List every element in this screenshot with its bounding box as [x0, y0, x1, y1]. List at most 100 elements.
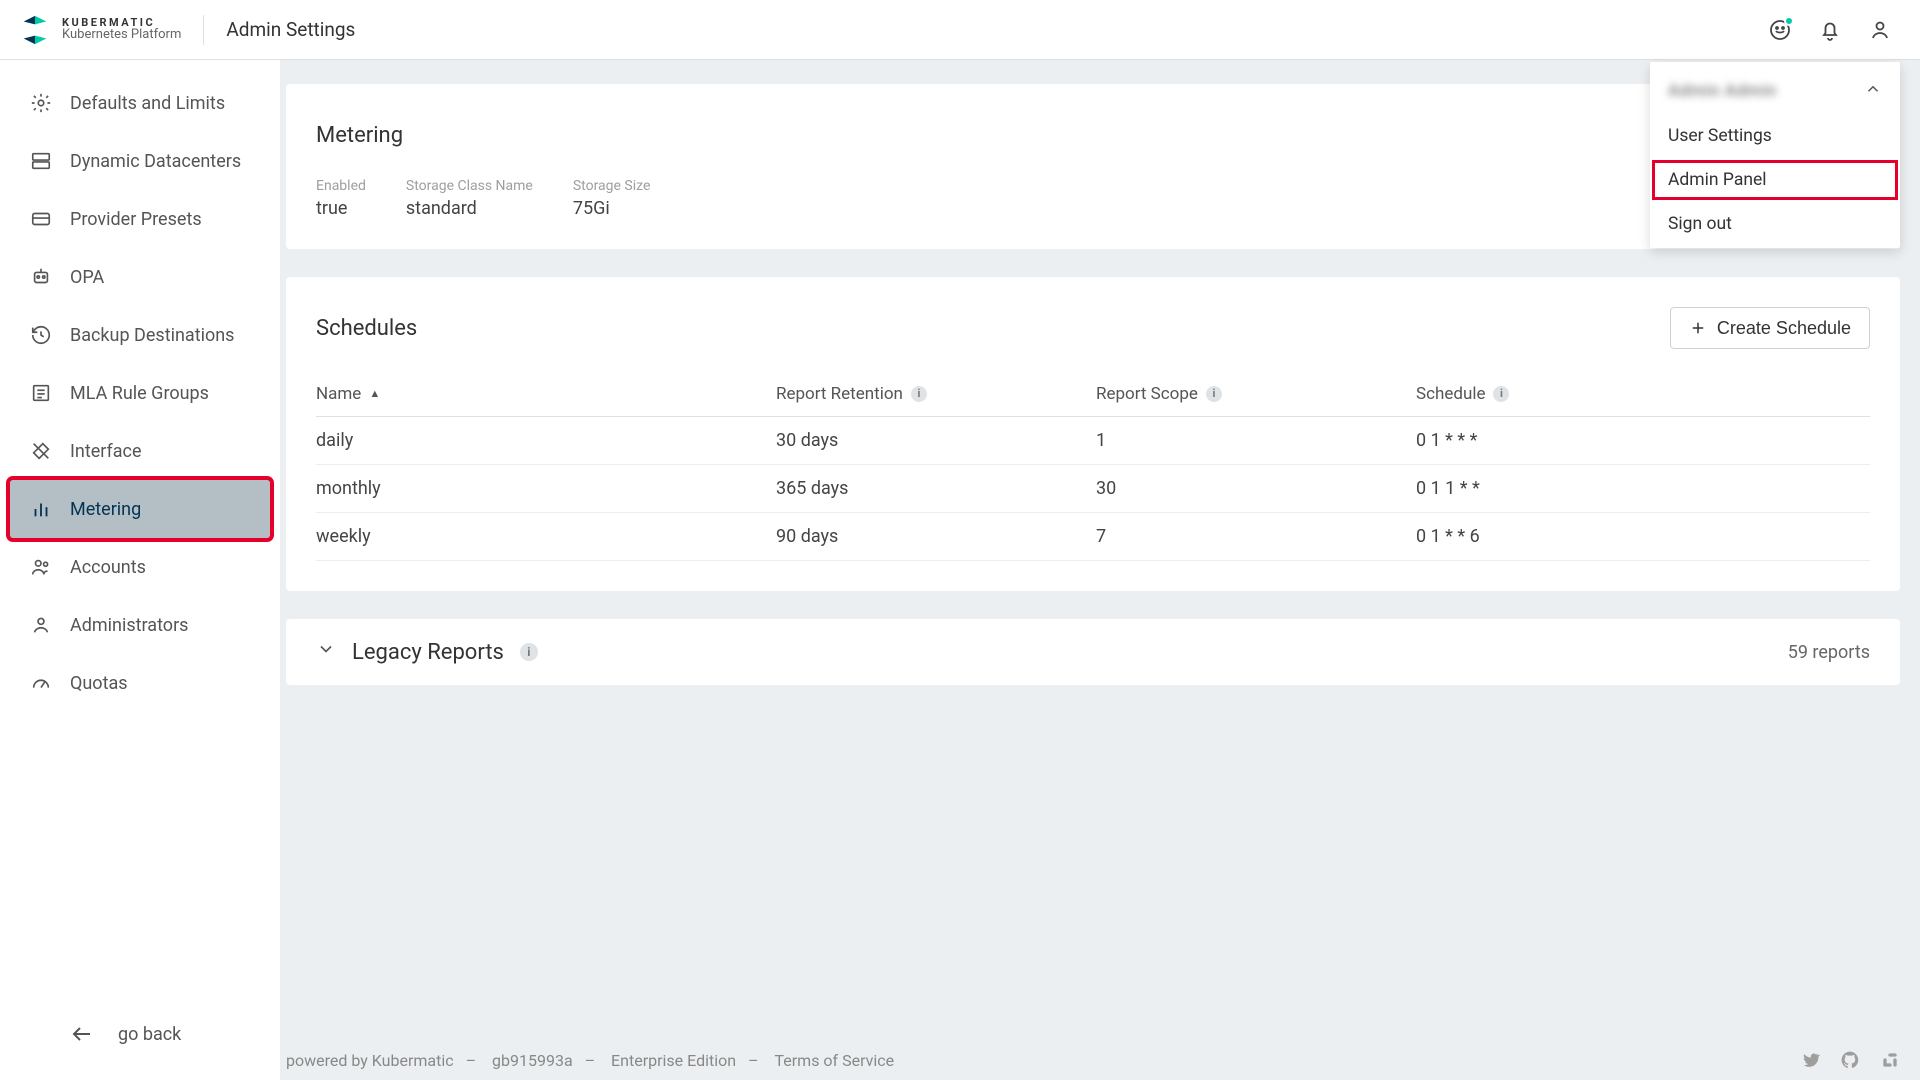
- sidebar-item-quotas[interactable]: Quotas: [10, 654, 270, 712]
- metering-title: Metering: [316, 123, 403, 148]
- schedules-card: Schedules Create Schedule Name ▲ Report …: [286, 277, 1900, 591]
- info-icon[interactable]: i: [1493, 386, 1509, 402]
- history-icon: [30, 324, 52, 346]
- cell-scope: 1: [1096, 430, 1416, 451]
- sidebar-item-mla[interactable]: MLA Rule Groups: [10, 364, 270, 422]
- legacy-count: 59 reports: [1788, 642, 1870, 663]
- user-menu: Admin Admin User Settings Admin Panel Si…: [1650, 62, 1900, 248]
- sidebar-item-label: Provider Presets: [70, 209, 202, 230]
- create-schedule-label: Create Schedule: [1717, 318, 1851, 339]
- table-row[interactable]: monthly 365 days 30 0 1 1 * *: [316, 465, 1870, 513]
- page-title: Admin Settings: [226, 18, 355, 41]
- sidebar-item-label: Interface: [70, 441, 142, 462]
- sidebar-item-backup[interactable]: Backup Destinations: [10, 306, 270, 364]
- github-icon[interactable]: [1840, 1050, 1860, 1070]
- sidebar-item-label: Quotas: [70, 673, 128, 694]
- user-menu-signout[interactable]: Sign out: [1650, 202, 1900, 246]
- schedules-table: Name ▲ Report Retention i Report Scope i…: [316, 371, 1870, 561]
- sidebar-item-label: Backup Destinations: [70, 325, 234, 346]
- user-icon[interactable]: [1868, 18, 1892, 42]
- info-icon[interactable]: i: [911, 386, 927, 402]
- info-icon[interactable]: i: [1206, 386, 1222, 402]
- plus-icon: [1689, 319, 1707, 337]
- kv-label: Storage Class Name: [406, 178, 533, 194]
- col-name-label: Name: [316, 384, 361, 404]
- sidebar-item-label: Administrators: [70, 615, 188, 636]
- user-menu-header: Admin Admin: [1650, 68, 1900, 114]
- kv-value: true: [316, 198, 366, 219]
- go-back-link[interactable]: go back: [10, 1004, 270, 1066]
- user-icon: [30, 614, 52, 636]
- sidebar-item-defaults[interactable]: Defaults and Limits: [10, 74, 270, 132]
- kv-label: Storage Size: [573, 178, 651, 194]
- chart-icon: [30, 498, 52, 520]
- col-retention[interactable]: Report Retention i: [776, 384, 1096, 404]
- kv-value: 75Gi: [573, 198, 651, 219]
- logo[interactable]: KUBERMATIC Kubernetes Platform: [18, 13, 181, 47]
- users-icon: [30, 556, 52, 578]
- schedules-title: Schedules: [316, 316, 417, 341]
- footer-build: gb915993a: [492, 1051, 573, 1070]
- footer-sep: –: [748, 1051, 759, 1070]
- user-menu-settings[interactable]: User Settings: [1650, 114, 1900, 158]
- sidebar-item-label: MLA Rule Groups: [70, 383, 209, 404]
- sidebar-item-accounts[interactable]: Accounts: [10, 538, 270, 596]
- arrow-left-icon: [70, 1022, 94, 1046]
- cell-schedule: 0 1 * * *: [1416, 430, 1870, 451]
- col-schedule-label: Schedule: [1416, 384, 1485, 404]
- cell-retention: 30 days: [776, 430, 1096, 451]
- gauge-icon: [30, 672, 52, 694]
- header: KUBERMATIC Kubernetes Platform Admin Set…: [0, 0, 1920, 60]
- sidebar-item-admins[interactable]: Administrators: [10, 596, 270, 654]
- notification-dot: [1784, 16, 1794, 26]
- sort-asc-icon: ▲: [369, 387, 380, 400]
- table-row[interactable]: weekly 90 days 7 0 1 * * 6: [316, 513, 1870, 561]
- user-menu-name: Admin Admin: [1668, 81, 1777, 101]
- bell-icon[interactable]: [1818, 18, 1842, 42]
- col-schedule[interactable]: Schedule i: [1416, 384, 1870, 404]
- kv-value: standard: [406, 198, 533, 219]
- server-icon: [30, 150, 52, 172]
- chevron-up-icon[interactable]: [1864, 80, 1882, 102]
- legacy-title: Legacy Reports: [352, 640, 504, 665]
- create-schedule-button[interactable]: Create Schedule: [1670, 307, 1870, 349]
- go-back-label: go back: [118, 1024, 181, 1045]
- info-icon[interactable]: i: [520, 643, 538, 661]
- cell-schedule: 0 1 1 * *: [1416, 478, 1870, 499]
- sidebar-item-presets[interactable]: Provider Presets: [10, 190, 270, 248]
- sidebar-item-label: Defaults and Limits: [70, 93, 225, 114]
- paint-icon: [30, 440, 52, 462]
- kv-enabled: Enabled true: [316, 178, 366, 219]
- sidebar-item-opa[interactable]: OPA: [10, 248, 270, 306]
- robot-icon: [30, 266, 52, 288]
- user-menu-admin-panel[interactable]: Admin Panel: [1650, 158, 1900, 202]
- legacy-reports-card: Legacy Reports i 59 reports: [286, 619, 1900, 685]
- sidebar-item-interface[interactable]: Interface: [10, 422, 270, 480]
- header-actions: [1768, 18, 1902, 42]
- card-icon: [30, 208, 52, 230]
- footer-tos-link[interactable]: Terms of Service: [774, 1051, 894, 1070]
- col-scope[interactable]: Report Scope i: [1096, 384, 1416, 404]
- chevron-down-icon[interactable]: [316, 639, 336, 665]
- table-header: Name ▲ Report Retention i Report Scope i…: [316, 371, 1870, 417]
- footer: powered by Kubermatic – gb915993a – Ente…: [286, 1040, 1900, 1080]
- sidebar-item-datacenters[interactable]: Dynamic Datacenters: [10, 132, 270, 190]
- logo-mark-icon: [18, 13, 52, 47]
- slack-icon[interactable]: [1880, 1050, 1900, 1070]
- table-row[interactable]: daily 30 days 1 0 1 * * *: [316, 417, 1870, 465]
- col-name[interactable]: Name ▲: [316, 384, 776, 404]
- logo-line2: Kubernetes Platform: [62, 28, 181, 42]
- col-retention-label: Report Retention: [776, 384, 903, 404]
- sidebar: Defaults and Limits Dynamic Datacenters …: [0, 60, 280, 1080]
- sidebar-item-label: Metering: [70, 499, 141, 520]
- cell-retention: 365 days: [776, 478, 1096, 499]
- col-scope-label: Report Scope: [1096, 384, 1198, 404]
- changelog-icon[interactable]: [1768, 18, 1792, 42]
- twitter-icon[interactable]: [1800, 1050, 1820, 1070]
- cell-retention: 90 days: [776, 526, 1096, 547]
- sidebar-item-metering[interactable]: Metering: [10, 480, 270, 538]
- kv-storage-class: Storage Class Name standard: [406, 178, 533, 219]
- cell-scope: 7: [1096, 526, 1416, 547]
- sidebar-item-label: Accounts: [70, 557, 146, 578]
- sidebar-item-label: Dynamic Datacenters: [70, 151, 241, 172]
